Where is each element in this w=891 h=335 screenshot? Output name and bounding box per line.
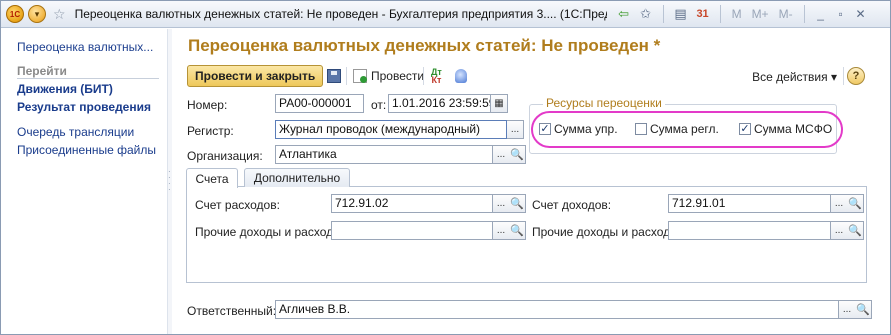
checkbox-unchecked-icon xyxy=(635,123,647,135)
date-field[interactable]: 1.01.2016 23:59:59 xyxy=(388,94,491,113)
tab-additional[interactable]: Дополнительно xyxy=(244,168,350,187)
separator xyxy=(346,67,347,85)
title-bar: 1С ▾ ☆ Переоценка валютных денежных стат… xyxy=(1,1,890,28)
checkbox-checked-icon: ✓ xyxy=(539,123,551,135)
back-arrow-icon[interactable]: ⇦ xyxy=(614,4,634,24)
checkbox-label: Сумма регл. xyxy=(650,122,719,136)
other-left-search-icon[interactable]: 🔍 xyxy=(509,221,526,240)
calendar-icon[interactable]: 31 xyxy=(693,4,713,24)
memory-m-button[interactable]: M xyxy=(732,7,742,21)
nav-item-translation-queue[interactable]: Очередь трансляции xyxy=(17,125,134,139)
navigation-panel: Переоценка валютных... Перейти Движения … xyxy=(1,29,167,334)
organization-field[interactable]: Атлантика xyxy=(275,145,493,164)
expense-account-label: Счет расходов: xyxy=(195,198,280,212)
expense-account-select-button[interactable]: ... xyxy=(493,194,510,213)
separator xyxy=(843,67,844,85)
post-button[interactable]: Провести xyxy=(353,65,424,87)
form-toolbar: Провести и закрыть Провести Дт Кт Все дей… xyxy=(187,64,887,88)
resources-group-title: Ресурсы переоценки xyxy=(543,96,665,110)
dt-kt-report-button[interactable]: Дт Кт xyxy=(431,65,442,87)
other-income-expense-right-label: Прочие доходы и расходы: xyxy=(532,225,683,239)
number-label: Номер: xyxy=(187,98,228,112)
menu-circle-icon[interactable]: ▾ xyxy=(28,5,46,23)
memory-mplus-button[interactable]: M+ xyxy=(752,7,769,21)
hint-button[interactable] xyxy=(455,65,467,87)
post-button-label: Провести xyxy=(371,69,425,83)
favorite-star-icon[interactable]: ☆ xyxy=(53,6,66,23)
lightbulb-icon xyxy=(455,69,467,83)
page-title: Переоценка валютных денежных статей: Не … xyxy=(188,36,661,55)
income-account-label: Счет доходов: xyxy=(532,198,612,212)
calculator-icon[interactable]: ▤ xyxy=(671,4,691,24)
all-actions-menu[interactable]: Все действия ▾ xyxy=(752,70,837,84)
restore-icon[interactable]: ▫ xyxy=(831,7,851,21)
number-field[interactable]: РА00-000001 xyxy=(275,94,364,113)
memory-mminus-button[interactable]: M- xyxy=(779,7,793,21)
separator xyxy=(803,5,805,23)
tab-accounts[interactable]: Счета xyxy=(186,168,238,188)
checkbox-label: Сумма упр. xyxy=(554,122,618,136)
panel-splitter[interactable]: · · · · xyxy=(167,29,172,334)
post-and-close-button[interactable]: Провести и закрыть xyxy=(187,65,324,87)
bookmark-star-icon[interactable]: ✩ xyxy=(636,4,656,24)
responsible-select-button[interactable]: ... xyxy=(839,300,856,319)
register-field[interactable]: Журнал проводок (международный) xyxy=(275,120,507,139)
save-button[interactable] xyxy=(327,65,341,87)
organization-select-button[interactable]: ... xyxy=(493,145,510,164)
nav-item-movements-bit[interactable]: Движения (БИТ) xyxy=(17,82,113,96)
separator xyxy=(662,5,664,23)
expense-account-field[interactable]: 712.91.02 xyxy=(331,194,493,213)
income-account-search-icon[interactable]: 🔍 xyxy=(847,194,864,213)
checkbox-ifrs-sum[interactable]: ✓ Сумма МСФО xyxy=(739,122,832,136)
organization-search-icon[interactable]: 🔍 xyxy=(509,145,526,164)
dt-kt-icon: Дт Кт xyxy=(431,67,442,85)
other-income-expense-left-field[interactable] xyxy=(331,221,493,240)
nav-panel-title[interactable]: Переоценка валютных... xyxy=(17,40,153,54)
post-document-icon xyxy=(353,69,367,83)
help-button[interactable]: ? xyxy=(847,67,865,85)
calendar-picker-icon[interactable]: ▦ xyxy=(491,94,508,113)
checkbox-checked-icon: ✓ xyxy=(739,123,751,135)
logo-icon[interactable]: 1С xyxy=(6,5,24,23)
register-select-button[interactable]: ... xyxy=(507,120,524,139)
splitter-grip-icon: · · · · xyxy=(168,167,171,194)
income-account-select-button[interactable]: ... xyxy=(831,194,848,213)
chevron-down-icon: ▾ xyxy=(830,70,837,84)
responsible-search-icon[interactable]: 🔍 xyxy=(855,300,872,319)
responsible-field[interactable]: Агличев В.В. xyxy=(275,300,839,319)
app-window: 1С ▾ ☆ Переоценка валютных денежных стат… xyxy=(0,0,891,335)
nav-item-attached-files[interactable]: Присоединенные файлы xyxy=(17,143,156,157)
minimize-icon[interactable]: _ xyxy=(811,7,831,21)
register-label: Регистр: xyxy=(187,124,234,138)
separator xyxy=(719,5,721,23)
expense-account-search-icon[interactable]: 🔍 xyxy=(509,194,526,213)
responsible-label: Ответственный: xyxy=(187,304,277,318)
checkbox-label: Сумма МСФО xyxy=(754,122,833,136)
organization-label: Организация: xyxy=(187,149,263,163)
separator xyxy=(423,67,424,85)
date-label: от: xyxy=(371,98,387,112)
other-left-select-button[interactable]: ... xyxy=(493,221,510,240)
document-form: Переоценка валютных денежных статей: Не … xyxy=(173,29,890,334)
checkbox-reg-sum[interactable]: Сумма регл. xyxy=(635,122,719,136)
divider xyxy=(17,78,159,79)
other-income-expense-right-field[interactable] xyxy=(668,221,831,240)
other-income-expense-left-label: Прочие доходы и расходы: xyxy=(195,225,346,239)
other-right-search-icon[interactable]: 🔍 xyxy=(847,221,864,240)
checkbox-mgmt-sum[interactable]: ✓ Сумма упр. xyxy=(539,122,618,136)
other-right-select-button[interactable]: ... xyxy=(831,221,848,240)
save-icon xyxy=(327,69,341,83)
nav-section-goto: Перейти xyxy=(17,64,67,78)
window-title: Переоценка валютных денежных статей: Не … xyxy=(74,7,607,21)
close-icon[interactable]: ✕ xyxy=(851,7,871,21)
income-account-field[interactable]: 712.91.01 xyxy=(668,194,831,213)
nav-item-posting-result[interactable]: Результат проведения xyxy=(17,100,151,114)
